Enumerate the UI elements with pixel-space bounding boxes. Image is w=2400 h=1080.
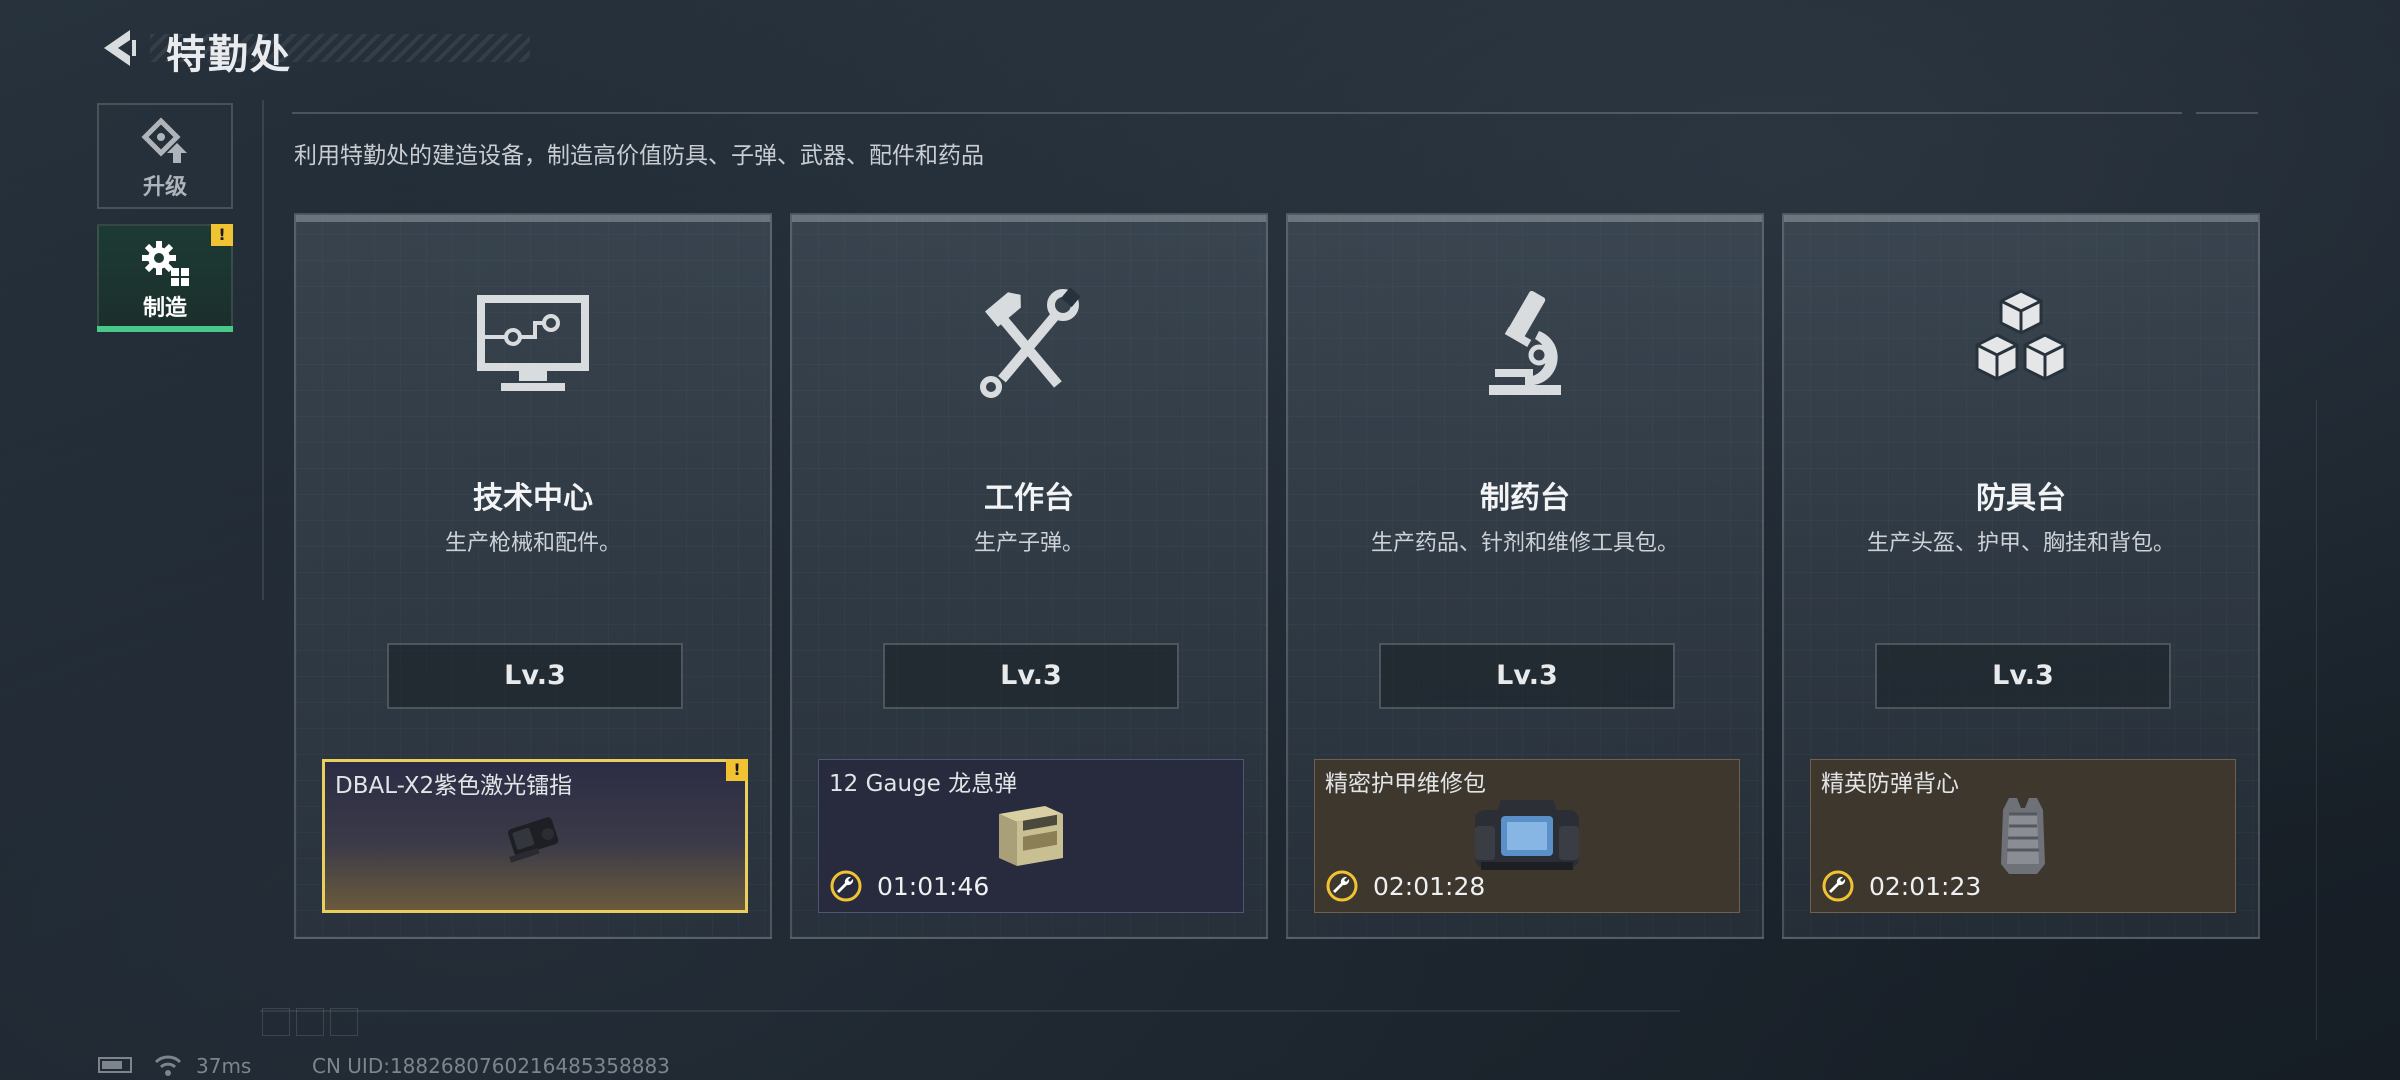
station-name: 技术中心 <box>473 481 593 516</box>
station-description: 生产枪械和配件。 <box>444 531 621 556</box>
wrench-timer-icon <box>830 870 862 902</box>
card-top-bar <box>296 215 770 222</box>
station-name: 工作台 <box>984 481 1074 516</box>
timer-text: 02:01:28 <box>1373 871 1486 901</box>
page-title: 特勤处 <box>166 32 292 78</box>
divider <box>292 112 2182 114</box>
wrench-timer-icon <box>1326 870 1358 902</box>
alert-badge: ! <box>726 759 748 781</box>
station-level: Lv.3 <box>883 643 1179 709</box>
station-card-tech-center[interactable]: 技术中心 生产枪械和配件。 Lv.3 DBAL-X2紫色激光镭指 ! <box>294 213 772 939</box>
repair-kit-bag-icon <box>1475 800 1579 870</box>
station-level: Lv.3 <box>1379 643 1675 709</box>
divider <box>262 100 264 600</box>
card-top-bar <box>792 215 1266 222</box>
station-level: Lv.3 <box>1875 643 2171 709</box>
decorative-box <box>262 1008 290 1036</box>
ping-text: 37ms <box>196 1054 252 1078</box>
armor-vest-icon <box>2001 798 2045 874</box>
alert-badge: ! <box>211 224 233 246</box>
task-timer: 01:01:46 <box>829 868 989 904</box>
upgrade-icon <box>141 117 187 163</box>
task-item-name: DBAL-X2紫色激光镭指 <box>335 773 573 799</box>
craft-gear-icon <box>142 241 189 286</box>
station-level: Lv.3 <box>387 643 683 709</box>
user-uid: CN UID:1882680760216485358883 <box>312 1054 670 1078</box>
task-item-name: 精英防弹背心 <box>1821 771 1959 797</box>
task-item-name: 12 Gauge 龙息弹 <box>829 771 1018 797</box>
crafting-task-slot[interactable]: 精英防弹背心 02:01:23 <box>1810 759 2236 913</box>
crafting-task-slot[interactable]: DBAL-X2紫色激光镭指 ! <box>322 759 748 913</box>
cubes-icon <box>1975 289 2067 381</box>
task-timer: 02:01:28 <box>1325 868 1485 904</box>
station-description: 生产药品、针剂和维修工具包。 <box>1370 531 1679 556</box>
laser-device-icon <box>507 817 559 863</box>
page-subtitle: 利用特勤处的建造设备，制造高价值防具、子弹、武器、配件和药品 <box>294 143 984 169</box>
back-button[interactable] <box>98 26 142 70</box>
station-card-pharmacy[interactable]: 制药台 生产药品、针剂和维修工具包。 Lv.3 精密护甲维修包 02:01:28 <box>1286 213 1764 939</box>
station-description: 生产子弹。 <box>973 531 1084 556</box>
station-card-armor-bench[interactable]: 防具台 生产头盔、护甲、胸挂和背包。 Lv.3 精英防弹背心 02:01:23 <box>1782 213 2260 939</box>
timer-text: 02:01:23 <box>1869 871 1982 901</box>
back-arrow-icon <box>104 30 136 66</box>
decorative-box <box>330 1008 358 1036</box>
station-description: 生产头盔、护甲、胸挂和背包。 <box>1866 531 2175 556</box>
task-timer: 02:01:23 <box>1821 868 1981 904</box>
crafting-task-slot[interactable]: 12 Gauge 龙息弹 01:01:46 <box>818 759 1244 913</box>
sidebar-item-label: 升级 <box>142 175 187 200</box>
crafting-task-slot[interactable]: 精密护甲维修包 02:01:28 <box>1314 759 1740 913</box>
divider <box>2196 112 2258 114</box>
timer-text: 01:01:46 <box>877 871 990 901</box>
hammer-wrench-icon <box>980 287 1081 398</box>
task-item-name: 精密护甲维修包 <box>1325 771 1486 797</box>
microscope-icon <box>1489 290 1561 395</box>
divider <box>260 1010 1680 1012</box>
divider <box>2316 400 2317 1040</box>
ammo-box-icon <box>999 806 1063 866</box>
decorative-box <box>296 1008 324 1036</box>
sidebar-item-label: 制造 <box>142 296 187 321</box>
station-card-workbench[interactable]: 工作台 生产子弹。 Lv.3 12 Gauge 龙息弹 01:01:46 <box>790 213 1268 939</box>
sidebar-item-upgrade[interactable]: 升级 <box>97 103 233 209</box>
battery-level <box>102 1061 122 1069</box>
active-tab-indicator <box>97 326 233 332</box>
computer-icon <box>477 295 589 391</box>
station-name: 防具台 <box>1976 481 2066 516</box>
card-top-bar <box>1784 215 2258 222</box>
wifi-icon <box>154 1055 182 1076</box>
wrench-timer-icon <box>1822 870 1854 902</box>
station-name: 制药台 <box>1480 481 1570 516</box>
card-top-bar <box>1288 215 1762 222</box>
